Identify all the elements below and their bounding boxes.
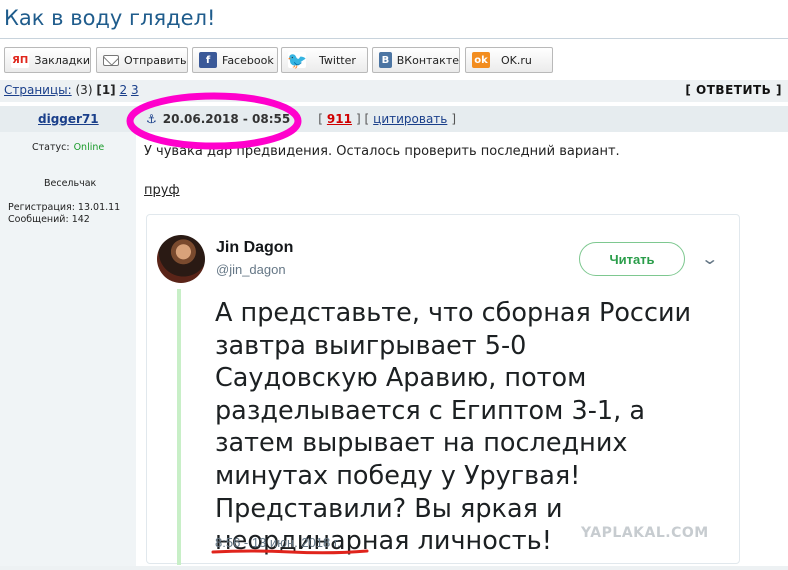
share-label-vk: ВКонтакте bbox=[396, 53, 459, 67]
twitter-icon: 🐦 bbox=[287, 50, 307, 70]
tweet-text: А представьте, что сборная России завтра… bbox=[215, 298, 692, 557]
vk-icon: В bbox=[379, 52, 392, 68]
share-label-facebook: Facebook bbox=[222, 53, 274, 67]
page-title: Как в воду глядел! bbox=[4, 6, 216, 30]
bracket-open: [ bbox=[318, 112, 323, 126]
current-page: [1] bbox=[96, 83, 116, 97]
share-label-ok: OK.ru bbox=[501, 53, 532, 67]
share-button-send[interactable]: Отправить bbox=[96, 47, 188, 73]
title-divider bbox=[0, 38, 788, 39]
user-status: Статус: Online bbox=[32, 142, 104, 153]
follow-button[interactable]: Читать bbox=[579, 242, 685, 276]
quote-link[interactable]: цитировать bbox=[373, 112, 447, 126]
facebook-icon: f bbox=[199, 52, 217, 68]
status-label: Статус: bbox=[32, 142, 70, 153]
share-button-twitter[interactable]: 🐦 Twitter bbox=[281, 47, 368, 73]
status-value: Online bbox=[73, 142, 105, 153]
user-message-count: Сообщений: 142 bbox=[8, 214, 90, 225]
mail-icon bbox=[103, 54, 119, 66]
red-underline-annotation bbox=[211, 549, 369, 555]
share-label-bookmarks: Закладки bbox=[34, 53, 90, 67]
share-label-twitter: Twitter bbox=[319, 53, 356, 67]
tweet-timestamp[interactable]: 8:56 - 13 июн. 2018 г. bbox=[215, 535, 341, 550]
share-button-facebook[interactable]: f Facebook bbox=[192, 47, 278, 73]
share-button-ok[interactable]: ok OK.ru bbox=[465, 47, 553, 73]
bottom-divider bbox=[0, 566, 788, 570]
embedded-tweet: Jin Dagon @jin_dagon Читать ⌄ А представ… bbox=[146, 214, 740, 565]
bracket-mid: ] [ bbox=[355, 112, 370, 126]
share-button-bookmarks[interactable]: ЯП Закладки bbox=[4, 47, 91, 73]
reply-button[interactable]: [ ОТВЕТИТЬ ] bbox=[685, 83, 782, 97]
proof-link[interactable]: пруф bbox=[144, 183, 180, 198]
share-label-send: Отправить bbox=[124, 53, 187, 67]
tweet-author-handle[interactable]: @jin_dagon bbox=[216, 262, 286, 277]
tweet-author-name[interactable]: Jin Dagon bbox=[216, 239, 293, 257]
share-button-vk[interactable]: В ВКонтакте bbox=[372, 47, 460, 73]
pagination-bar: Страницы: (3) [1] 2 3 [ ОТВЕТИТЬ ] bbox=[0, 80, 788, 102]
chevron-down-icon[interactable]: ⌄ bbox=[700, 249, 719, 268]
tweet-accent-bar bbox=[177, 289, 181, 565]
pagination: Страницы: (3) [1] 2 3 bbox=[4, 83, 139, 97]
post-author-link[interactable]: digger71 bbox=[38, 112, 99, 126]
pages-count: (3) bbox=[75, 83, 93, 97]
ok-icon: ok bbox=[472, 52, 490, 68]
post-header: digger71 ⚓ 20.06.2018 - 08:55 [ 911 ] [ … bbox=[0, 106, 788, 132]
post-number-link[interactable]: 911 bbox=[327, 112, 352, 126]
pages-label-link[interactable]: Страницы: bbox=[4, 83, 72, 97]
user-rank: Весельчак bbox=[44, 178, 97, 189]
avatar[interactable] bbox=[157, 235, 205, 283]
user-sidebar: Статус: Online Весельчак Регистрация: 13.… bbox=[0, 132, 136, 570]
highlight-ellipse-annotation bbox=[126, 92, 302, 150]
bracket-close: ] bbox=[451, 112, 457, 126]
watermark: YAPLAKAL.COM bbox=[581, 525, 709, 541]
yandex-bookmarks-icon: ЯП bbox=[11, 52, 30, 68]
user-registration: Регистрация: 13.01.11 bbox=[8, 202, 121, 213]
